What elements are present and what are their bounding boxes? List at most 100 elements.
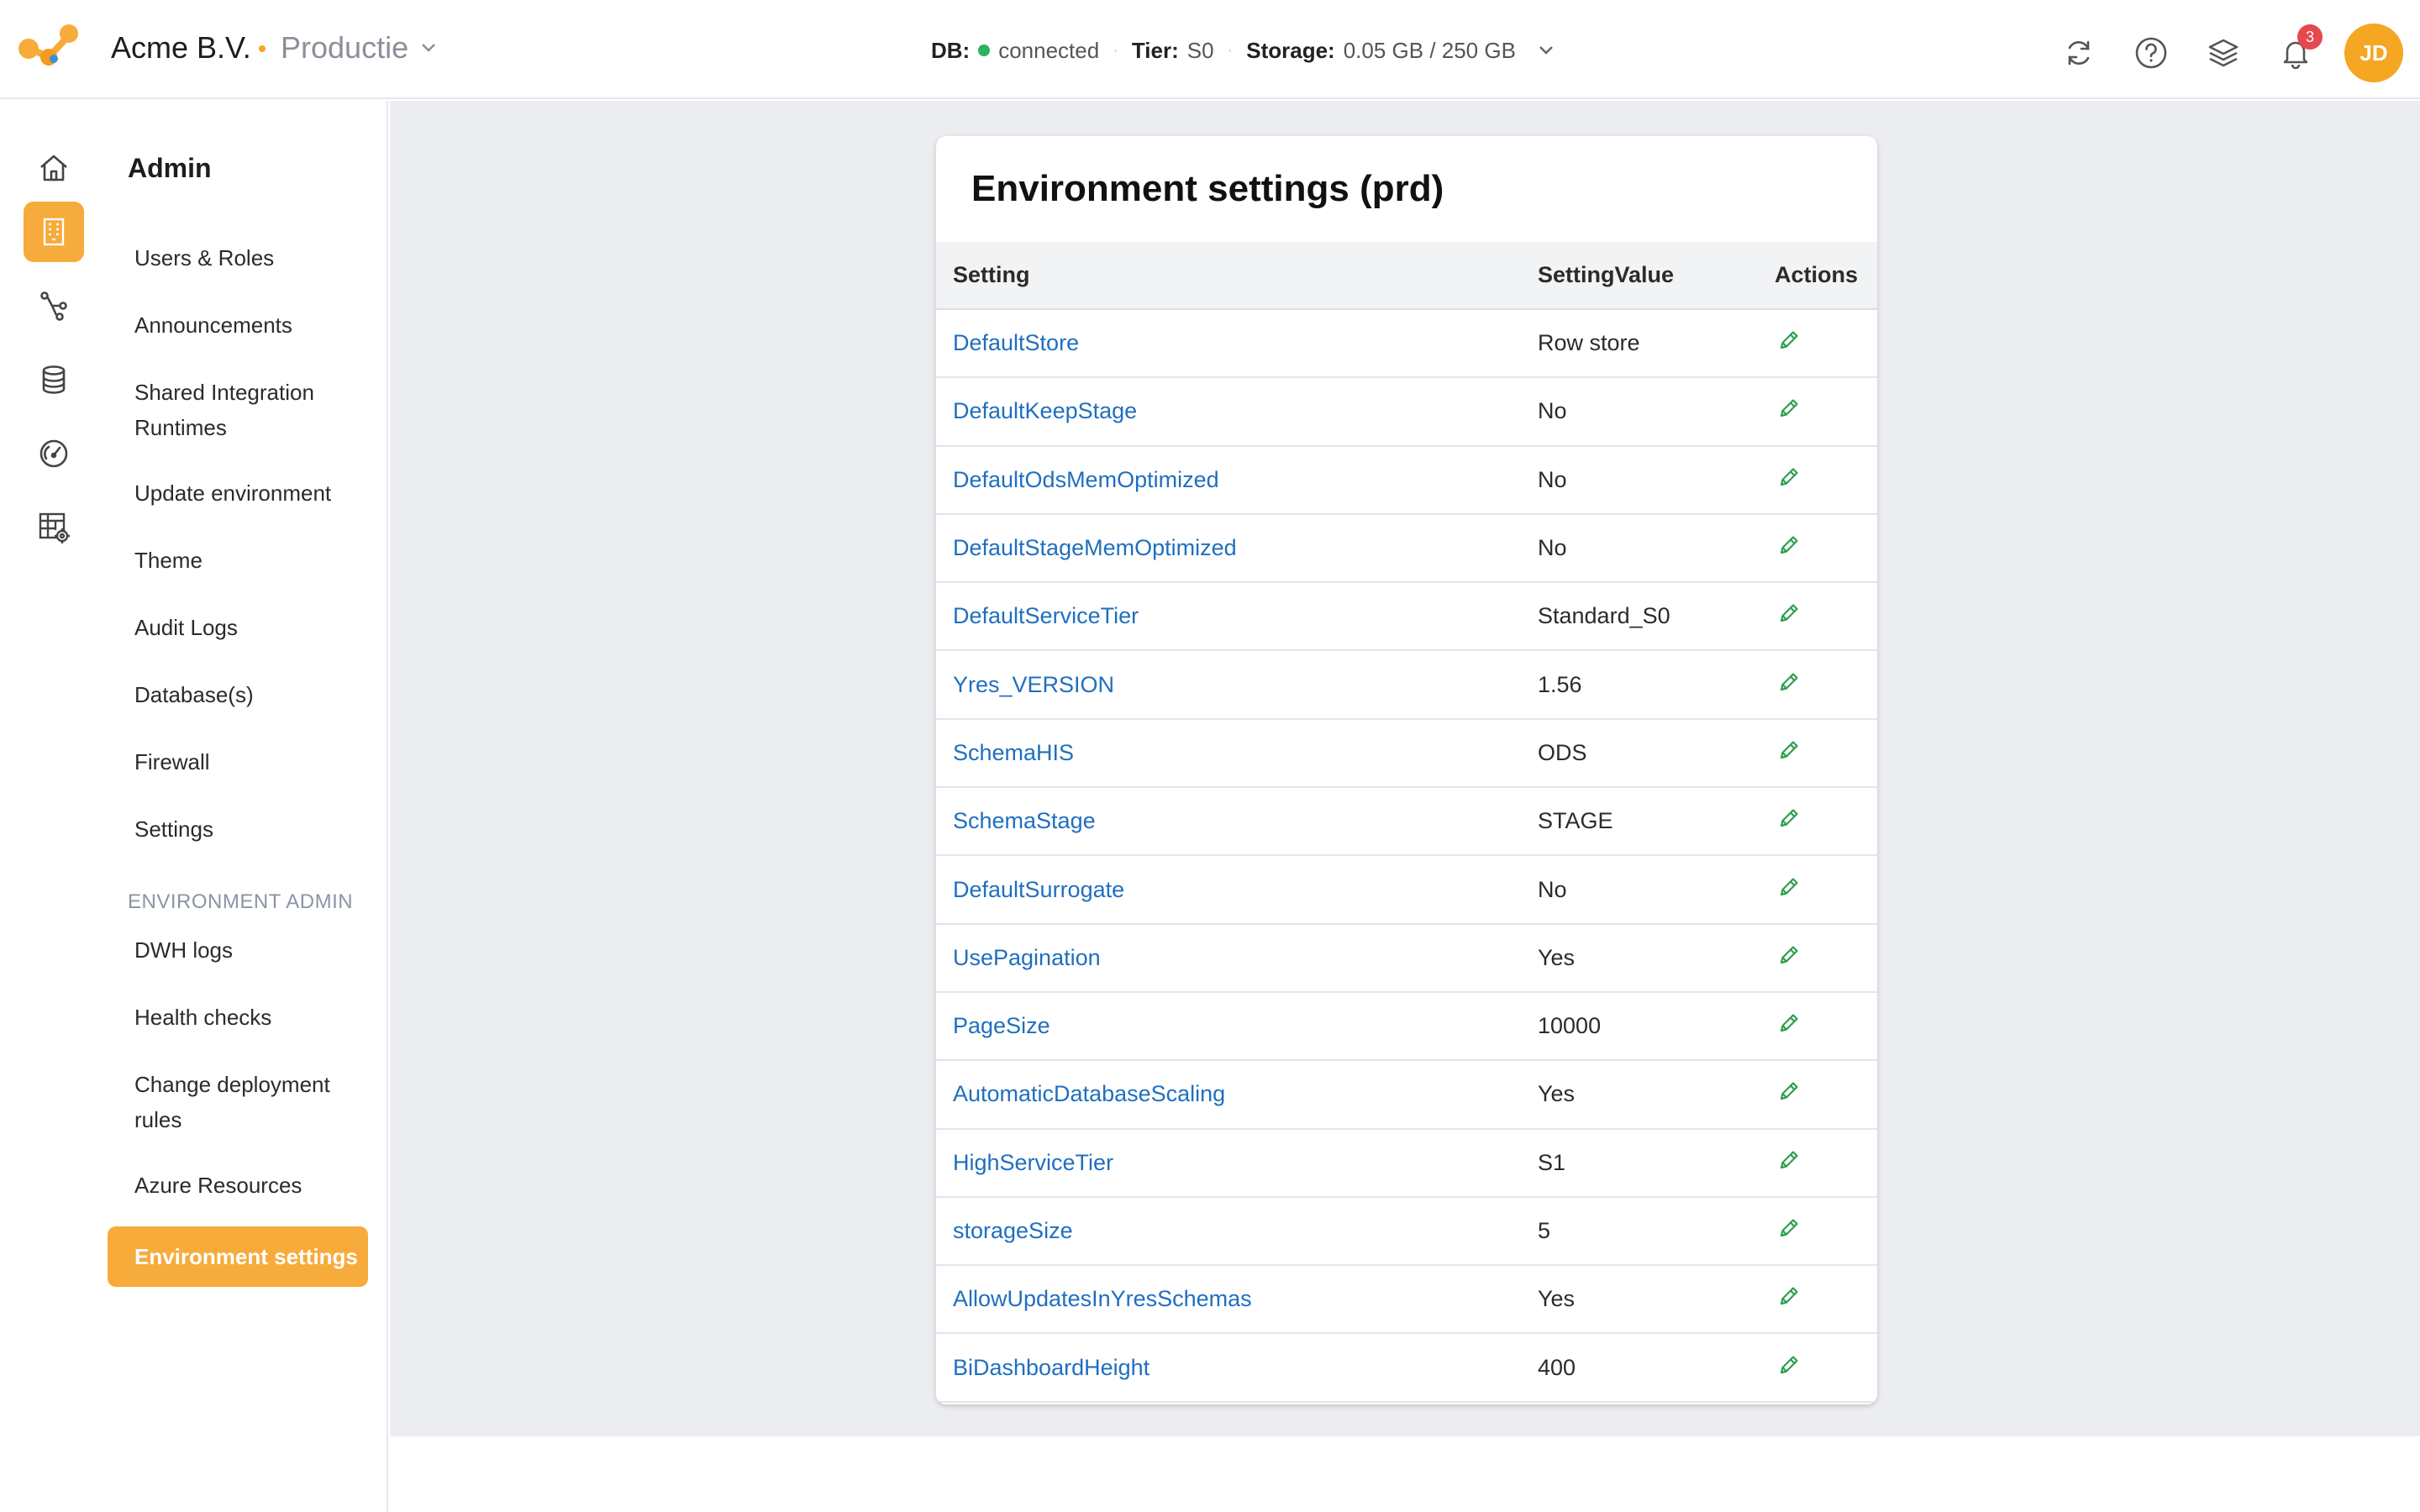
sidebar-item-update-environment[interactable]: Update environment	[134, 475, 370, 511]
sidebar-item-settings[interactable]: Settings	[134, 811, 370, 847]
setting-name-link[interactable]: DefaultStageMemOptimized	[936, 513, 1521, 584]
setting-value: No	[1521, 513, 1758, 584]
edit-action-cell	[1758, 991, 1877, 1062]
sidebar-item-environment-settings[interactable]: Environment settings	[108, 1226, 368, 1287]
edit-pencil-icon[interactable]	[1776, 465, 1802, 490]
edit-pencil-icon[interactable]	[1776, 1011, 1802, 1036]
edit-pencil-icon[interactable]	[1776, 1215, 1802, 1241]
edit-pencil-icon[interactable]	[1776, 1284, 1802, 1309]
table-row: AllowUpdatesInYresSchemas Yes	[936, 1265, 1877, 1335]
column-header-setting-value[interactable]: SettingValue	[1521, 242, 1758, 310]
setting-name-link[interactable]: SchemaHIS	[936, 718, 1521, 789]
db-status: connected	[998, 37, 1100, 63]
edit-action-cell	[1758, 445, 1877, 515]
setting-name-link[interactable]: SchemaStage	[936, 787, 1521, 857]
status-bar[interactable]: DB: connected · Tier: S0 · Storage: 0.05…	[931, 35, 1555, 66]
setting-value: ODS	[1521, 718, 1758, 789]
environment-selector[interactable]: Productie	[281, 30, 437, 66]
edit-action-cell	[1758, 1265, 1877, 1335]
edit-pencil-icon[interactable]	[1776, 874, 1802, 900]
top-bar: Acme B.V. Productie DB: connected · Tier…	[0, 0, 2420, 99]
edit-pencil-icon[interactable]	[1776, 601, 1802, 626]
setting-name-link[interactable]: storageSize	[936, 1196, 1521, 1267]
edit-pencil-icon[interactable]	[1776, 1079, 1802, 1104]
company-name: Acme B.V.	[111, 30, 251, 65]
setting-name-link[interactable]: PageSize	[936, 991, 1521, 1062]
help-icon[interactable]	[2128, 29, 2175, 76]
table-row: AutomaticDatabaseScaling Yes	[936, 1060, 1877, 1130]
notifications-bell-icon[interactable]: 3	[2272, 24, 2323, 76]
setting-name-link[interactable]: AutomaticDatabaseScaling	[936, 1060, 1521, 1130]
sidebar-item-azure-resources[interactable]: Azure Resources	[134, 1168, 370, 1203]
storage-value: 0.05 GB / 250 GB	[1343, 37, 1516, 63]
setting-name-link[interactable]: DefaultStore	[936, 309, 1521, 379]
chevron-down-icon	[420, 42, 437, 54]
page-title: Environment settings (prd)	[971, 168, 1444, 209]
edit-pencil-icon[interactable]	[1776, 1147, 1802, 1173]
table-settings-icon[interactable]	[24, 497, 84, 558]
setting-name-link[interactable]: DefaultOdsMemOptimized	[936, 445, 1521, 515]
table-row: storageSize 5	[936, 1196, 1877, 1267]
tier-value: S0	[1186, 37, 1214, 63]
sidebar-item-firewall[interactable]: Firewall	[134, 744, 370, 780]
pipeline-icon[interactable]	[24, 276, 84, 336]
setting-value: Yes	[1521, 923, 1758, 993]
app-logo-icon[interactable]	[17, 24, 81, 71]
edit-pencil-icon[interactable]	[1776, 533, 1802, 558]
column-header-setting[interactable]: Setting	[936, 242, 1521, 310]
icon-rail	[0, 101, 108, 1512]
edit-action-cell	[1758, 1333, 1877, 1403]
building-icon[interactable]	[24, 202, 84, 262]
database-icon[interactable]	[24, 349, 84, 410]
table-row: UsePagination Yes	[936, 923, 1877, 993]
environment-name: Productie	[281, 30, 409, 65]
setting-value: No	[1521, 445, 1758, 515]
edit-pencil-icon[interactable]	[1776, 1352, 1802, 1378]
sidebar-item-shared-integration-runtimes[interactable]: Shared Integration Runtimes	[134, 375, 370, 445]
edit-pencil-icon[interactable]	[1776, 328, 1802, 353]
setting-value: 400	[1521, 1333, 1758, 1403]
edit-pencil-icon[interactable]	[1776, 806, 1802, 831]
setting-value: Standard_S0	[1521, 582, 1758, 652]
edit-action-cell	[1758, 582, 1877, 652]
setting-name-link[interactable]: HighServiceTier	[936, 1128, 1521, 1198]
layers-icon[interactable]	[2200, 29, 2247, 76]
setting-name-link[interactable]: Yres_VERSION	[936, 650, 1521, 720]
edit-action-cell	[1758, 855, 1877, 925]
setting-name-link[interactable]: DefaultSurrogate	[936, 855, 1521, 925]
tier-label: Tier:	[1131, 37, 1179, 63]
sidebar-item-health-checks[interactable]: Health checks	[134, 1000, 370, 1035]
user-avatar[interactable]: JD	[2344, 24, 2403, 82]
sidebar-item-dwh-logs[interactable]: DWH logs	[134, 932, 370, 968]
edit-action-cell	[1758, 650, 1877, 720]
edit-action-cell	[1758, 787, 1877, 857]
edit-pencil-icon[interactable]	[1776, 738, 1802, 763]
sidebar-item-theme[interactable]: Theme	[134, 543, 370, 578]
gauge-icon[interactable]	[24, 423, 84, 484]
setting-name-link[interactable]: DefaultKeepStage	[936, 377, 1521, 447]
setting-value: 10000	[1521, 991, 1758, 1062]
edit-pencil-icon[interactable]	[1776, 396, 1802, 421]
sidebar-item-users-roles[interactable]: Users & Roles	[134, 240, 370, 276]
sidebar-item-databases[interactable]: Database(s)	[134, 677, 370, 712]
sidebar-item-announcements[interactable]: Announcements	[134, 307, 370, 343]
setting-value: No	[1521, 377, 1758, 447]
home-icon[interactable]	[24, 138, 84, 198]
table-row: BiDashboardHeight 400	[936, 1333, 1877, 1403]
edit-pencil-icon[interactable]	[1776, 669, 1802, 695]
setting-value: Yes	[1521, 1265, 1758, 1335]
edit-action-cell	[1758, 309, 1877, 379]
edit-action-cell	[1758, 718, 1877, 789]
refresh-icon[interactable]	[2055, 29, 2102, 76]
chevron-down-icon[interactable]	[1538, 45, 1555, 56]
setting-name-link[interactable]: BiDashboardHeight	[936, 1333, 1521, 1403]
edit-action-cell	[1758, 1196, 1877, 1267]
setting-name-link[interactable]: AllowUpdatesInYresSchemas	[936, 1265, 1521, 1335]
setting-name-link[interactable]: UsePagination	[936, 923, 1521, 993]
sidebar-item-audit-logs[interactable]: Audit Logs	[134, 610, 370, 645]
setting-name-link[interactable]: DefaultServiceTier	[936, 582, 1521, 652]
header-actions: 3 JD	[2055, 24, 2403, 82]
sidebar-item-change-deployment-rules[interactable]: Change deployment rules	[134, 1067, 370, 1137]
table-row: DefaultStageMemOptimized No	[936, 513, 1877, 584]
edit-pencil-icon[interactable]	[1776, 942, 1802, 968]
